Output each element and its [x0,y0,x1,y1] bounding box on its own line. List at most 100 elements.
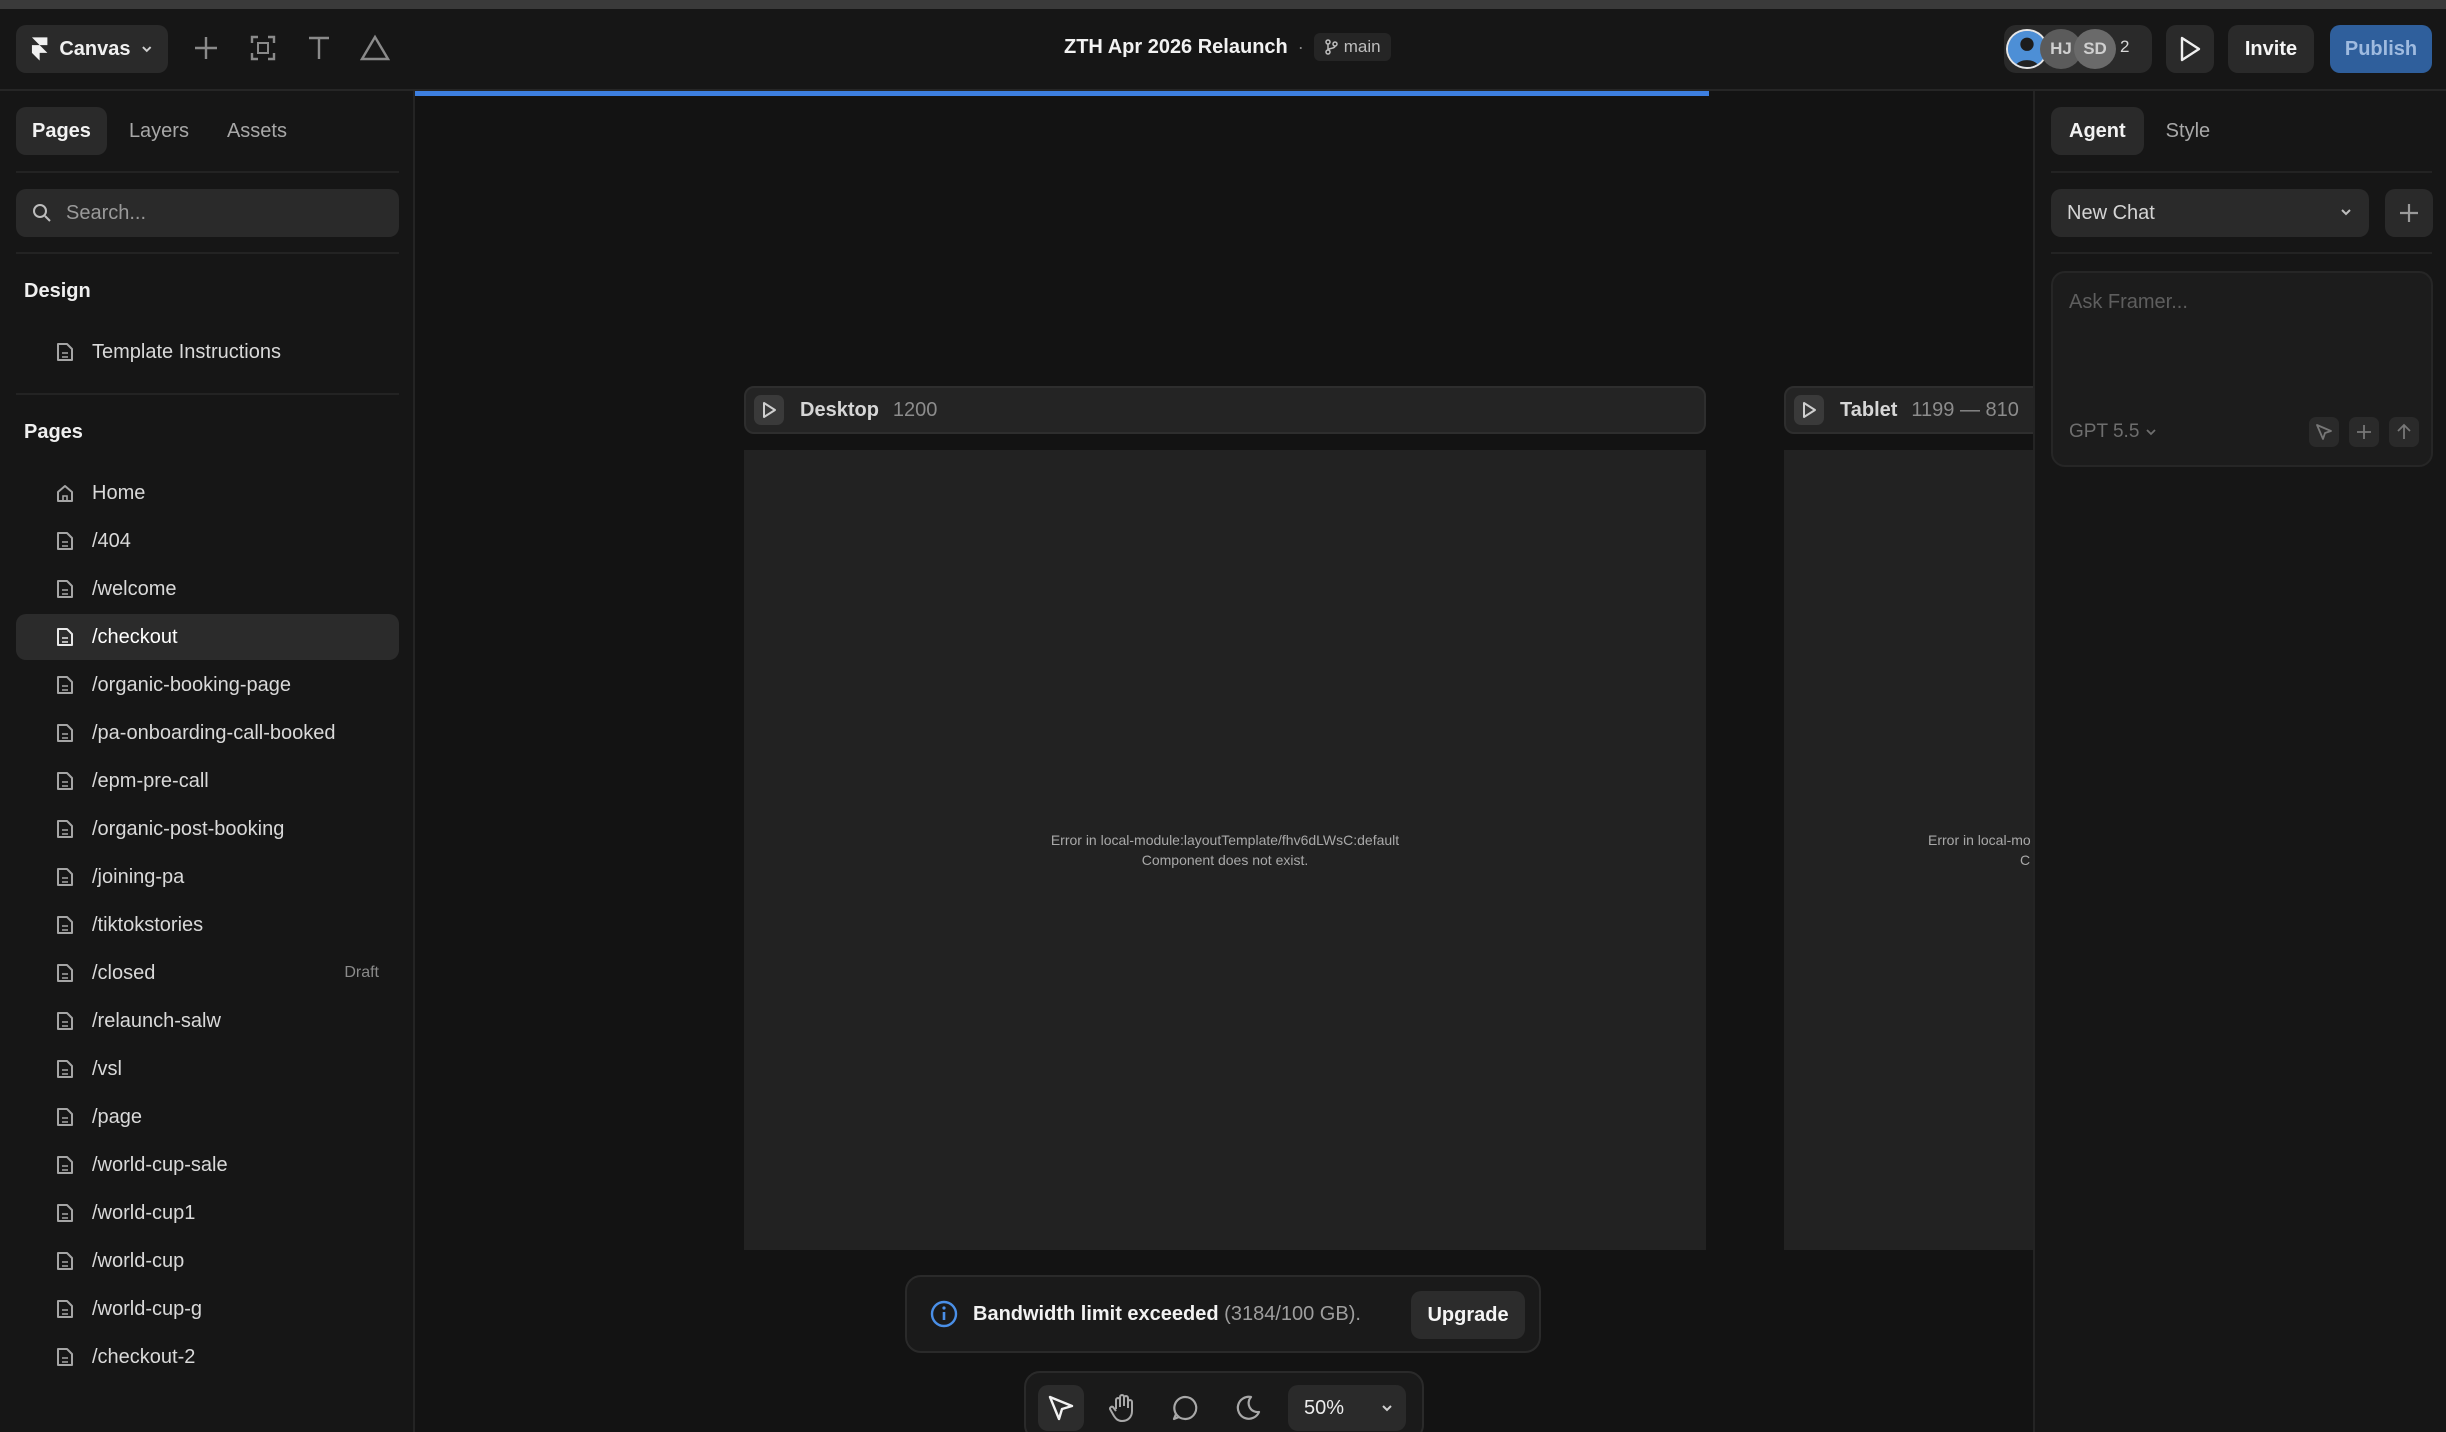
ask-box: GPT 5.5 [2051,271,2433,467]
collaborators[interactable]: HJ SD 2 [2004,25,2152,73]
page-list-item-label: Home [92,482,146,504]
branch-badge[interactable]: main [1313,33,1391,61]
new-chat-button[interactable] [2385,189,2433,237]
page-list-item[interactable]: /checkout-2 [16,1334,399,1380]
frame-tool[interactable] [246,31,280,65]
page-list-item[interactable]: /pa-onboarding-call-booked [16,710,399,756]
page-list-item[interactable]: /relaunch-salw [16,998,399,1044]
page-list-item[interactable]: /vsl [16,1046,399,1092]
hand-icon [1109,1394,1133,1422]
branch-name: main [1343,37,1381,56]
error-message: Error in local-mo C [1928,830,2033,870]
pages-section-title: Pages [24,421,83,443]
chat-select[interactable]: New Chat [2051,189,2369,237]
frame-tablet[interactable]: Error in local-mo C [1784,450,2033,1250]
page-list-item[interactable]: /organic-booking-page [16,662,399,708]
page-list-item[interactable]: /world-cup [16,1238,399,1284]
upgrade-button[interactable]: Upgrade [1411,1291,1525,1339]
branch-icon [1325,39,1338,55]
page-icon [57,1252,73,1270]
insert-tool[interactable] [189,31,223,65]
text-tool[interactable] [302,31,336,65]
chevron-down-icon [2341,209,2351,216]
page-icon [57,343,73,361]
page-list-item-label: /organic-booking-page [92,674,292,696]
tab-agent[interactable]: Agent [2051,107,2144,155]
arrow-up-icon [2397,423,2411,439]
avatar[interactable]: SD [2074,29,2116,69]
invite-button[interactable]: Invite [2228,25,2314,73]
frame-name: Tablet [1840,398,1898,421]
publish-button[interactable]: Publish [2330,25,2432,73]
divider [16,393,399,395]
right-tabs: Agent Style [2051,107,2228,155]
document-title[interactable]: ZTH Apr 2026 Relaunch [1064,36,1288,59]
frame-size: 1199 — 810 [1911,398,2019,421]
error-line: Component does not exist. [1141,852,1309,868]
page-list-item[interactable]: /world-cup-sale [16,1142,399,1188]
model-select[interactable]: GPT 5.5 [2069,421,2157,443]
ask-input[interactable] [2069,291,2409,351]
page-list-item[interactable]: /organic-post-booking [16,806,399,852]
frame-name: Desktop [800,398,879,421]
page-icon [57,1204,73,1222]
vector-tool[interactable] [358,31,392,65]
select-tool[interactable] [1038,1385,1084,1431]
page-list-item[interactable]: /checkout [16,614,399,660]
page-icon [57,1012,73,1030]
tab-style[interactable]: Style [2148,107,2228,155]
error-line: C [2020,852,2031,868]
select-element-button[interactable] [2309,417,2339,447]
frame-label-tablet[interactable]: Tablet 1199 — 810 [1784,386,2033,434]
play-icon [1803,402,1816,418]
comment-tool[interactable] [1162,1385,1208,1431]
page-list-item[interactable]: /tiktokstories [16,902,399,948]
search-input[interactable] [66,201,366,225]
page-list-item-label: /organic-post-booking [92,818,285,840]
page-list-item-label: /joining-pa [92,866,185,888]
tab-layers[interactable]: Layers [113,107,205,155]
page-list-item[interactable]: /world-cup1 [16,1190,399,1236]
app-menu-button[interactable]: Canvas [16,25,168,73]
page-list-item-label: /page [92,1106,143,1128]
frame-desktop[interactable]: Error in local-module:layoutTemplate/fhv… [744,450,1706,1250]
page-icon [57,772,73,790]
design-item[interactable]: Template Instructions [16,329,399,375]
play-icon [763,402,776,418]
page-list-item[interactable]: /404 [16,518,399,564]
divider [16,171,399,173]
frame-preview-button[interactable] [754,395,784,425]
frame-preview-button[interactable] [1794,395,1824,425]
bandwidth-toast: Bandwidth limit exceeded (3184/100 GB). … [905,1275,1541,1353]
theme-toggle[interactable] [1224,1385,1270,1431]
page-icon [57,916,73,934]
page-icon [57,820,73,838]
page-list-item-label: /world-cup [92,1250,185,1272]
page-icon [57,1108,73,1126]
page-list-item[interactable]: /joining-pa [16,854,399,900]
page-list-item[interactable]: /closed Draft [16,950,399,996]
page-list-item[interactable]: /page [16,1094,399,1140]
page-list-item[interactable]: /welcome [16,566,399,612]
left-sidebar: Pages Layers Assets Design Template Inst… [0,91,415,1432]
attach-button[interactable] [2349,417,2379,447]
send-button[interactable] [2389,417,2419,447]
page-list-item[interactable]: /world-cup-g [16,1286,399,1332]
frame-label-desktop[interactable]: Desktop 1200 [744,386,1706,434]
hand-tool[interactable] [1100,1385,1146,1431]
canvas[interactable]: Desktop 1200 Error in local-module:layou… [415,91,2033,1432]
tab-pages[interactable]: Pages [16,107,107,155]
divider [16,252,399,254]
draft-badge: Draft [344,964,379,981]
plus-icon [195,37,217,59]
preview-button[interactable] [2166,25,2214,73]
page-list-item[interactable]: /epm-pre-call [16,758,399,804]
page-search[interactable] [16,189,399,237]
page-list-item-label: /world-cup1 [92,1202,196,1224]
left-tabs: Pages Layers Assets [16,107,303,155]
zoom-select[interactable]: 50% [1288,1385,1406,1431]
tab-assets[interactable]: Assets [211,107,303,155]
page-list-item-label: /world-cup-g [92,1298,203,1320]
page-list-item[interactable]: Home [16,470,399,516]
design-item-label: Template Instructions [92,341,281,363]
